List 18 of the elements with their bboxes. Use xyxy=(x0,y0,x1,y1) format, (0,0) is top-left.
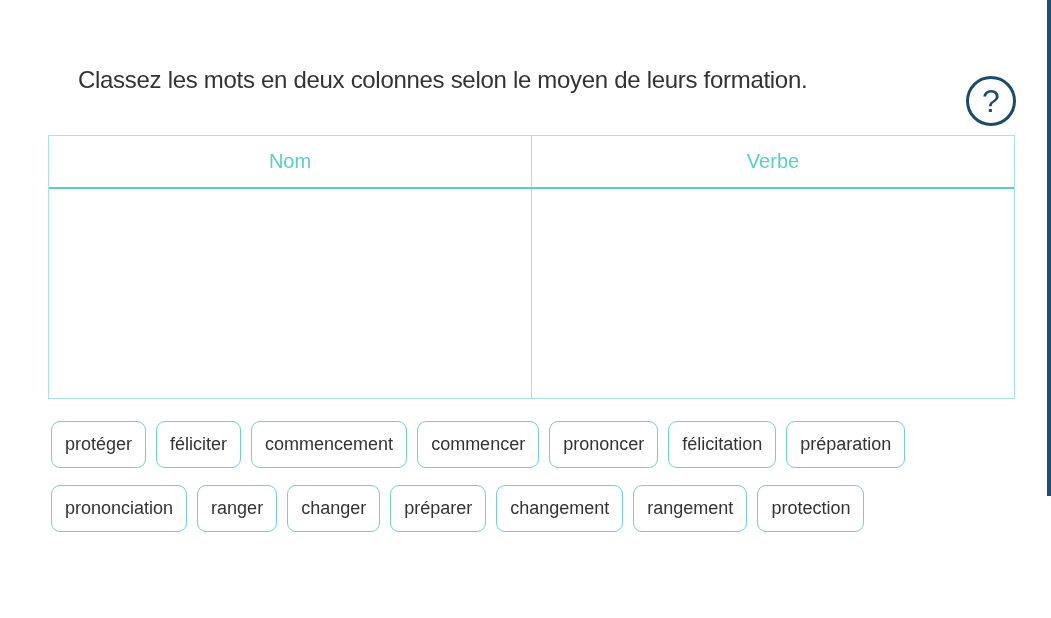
help-button[interactable]: ? xyxy=(966,76,1016,126)
column-header: Verbe xyxy=(531,136,1014,187)
instruction-text: Classez les mots en deux colonnes selon le moyen de leurs formation. xyxy=(78,66,809,94)
word-chip[interactable]: préparation xyxy=(786,421,906,468)
word-chip[interactable]: féliciter xyxy=(156,421,242,468)
word-chip[interactable]: commencer xyxy=(417,421,540,468)
word-chip[interactable]: protection xyxy=(757,485,865,532)
word-chip[interactable]: prononciation xyxy=(51,485,188,532)
word-chip[interactable]: protéger xyxy=(51,421,147,468)
column-header: Nom xyxy=(267,149,313,174)
word-chip[interactable]: rangement xyxy=(633,485,748,532)
word-chip[interactable]: prononcer xyxy=(549,421,659,468)
word-chip[interactable]: ranger xyxy=(197,485,278,532)
word-chip[interactable]: commencement xyxy=(251,421,408,468)
word-chip[interactable]: félicitation xyxy=(668,421,777,468)
word-chip[interactable]: préparer xyxy=(390,485,487,532)
word-chip[interactable]: changer xyxy=(287,485,381,532)
word-chip[interactable]: changement xyxy=(496,485,624,532)
